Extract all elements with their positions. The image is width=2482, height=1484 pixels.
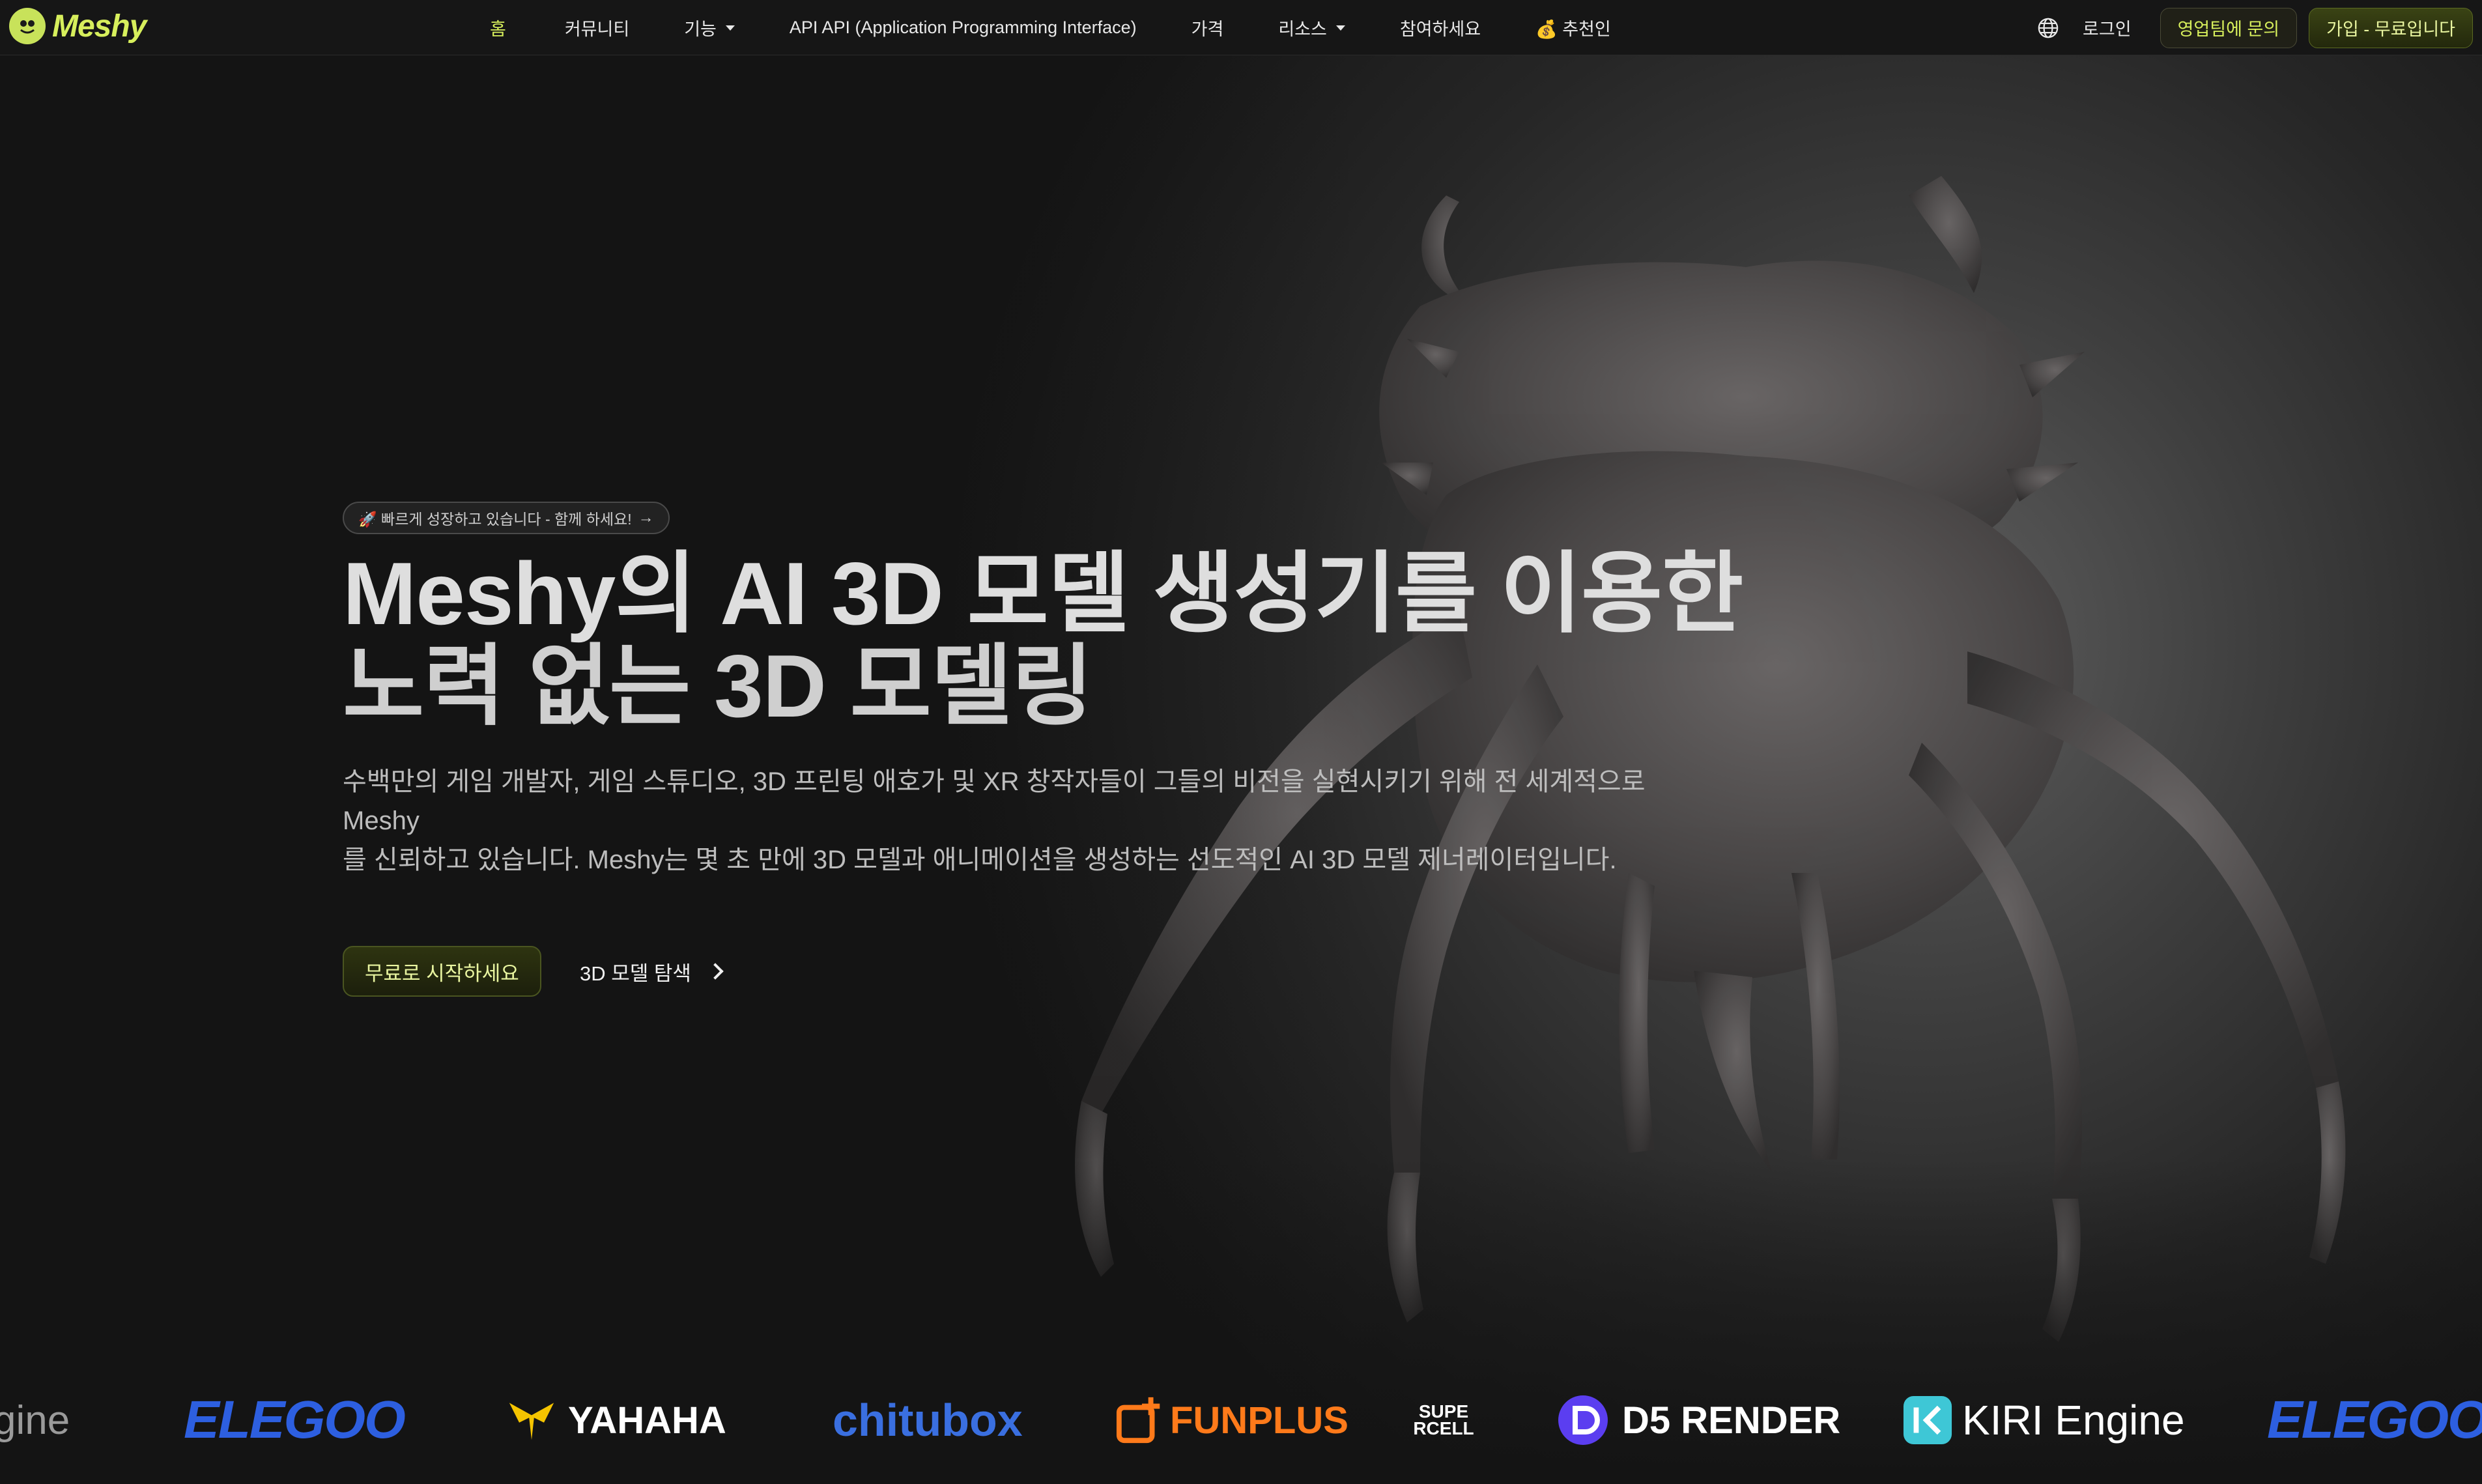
partner-name: YAHAHA [568, 1399, 726, 1442]
nav-item-home[interactable]: 홈 [490, 15, 506, 40]
partner-name: chitubox [833, 1395, 1023, 1446]
announcement-badge[interactable]: 🚀 빠르게 성장하고 있습니다 - 함께 하세요! → [343, 502, 670, 534]
chevron-down-icon [1335, 25, 1345, 31]
nav-item-resources[interactable]: 리소스 [1278, 15, 1345, 40]
partner-name: D5 RENDER [1622, 1399, 1841, 1442]
logo[interactable]: Meshy [9, 8, 147, 44]
contact-sales-button[interactable]: 영업팀에 문의 [2160, 7, 2298, 48]
hero-title-line1: Meshy의 AI 3D 모델 생성기를 이용한 [343, 544, 1743, 643]
signup-button[interactable]: 가입 - 무료입니다 [2309, 7, 2473, 48]
partner-logo: FUNPLUS [1115, 1381, 1348, 1459]
chevron-right-icon [707, 963, 724, 980]
hero-subtitle-line2: 를 신뢰하고 있습니다. Meshy는 몇 초 만에 3D 모델과 애니메이션을… [343, 846, 1617, 874]
nav-item-label: 기능 [684, 20, 717, 39]
hero-subtitle-line1: 수백만의 게임 개발자, 게임 스튜디오, 3D 프린팅 애호가 및 XR 창작… [343, 767, 1646, 835]
yahaha-icon [509, 1403, 554, 1440]
nav-item-features[interactable]: 기능 [684, 15, 735, 40]
logo-text: Meshy [52, 8, 147, 44]
arrow-right-icon: → [638, 509, 654, 526]
d5-render-icon [1558, 1395, 1608, 1445]
partner-logo: KIRI Engine [1902, 1381, 2185, 1459]
explore-models-label: 3D 모델 탐색 [580, 962, 691, 985]
nav-item-community[interactable]: 커뮤니티 [565, 15, 629, 40]
nav-item-label: 홈 [490, 20, 506, 39]
nav-actions: 로그인 영업팀에 문의 가입 - 무료입니다 [2037, 0, 2473, 55]
partner-logo: gine [0, 1381, 70, 1459]
kiri-engine-icon [1903, 1395, 1952, 1445]
badge-text: 🚀 빠르게 성장하고 있습니다 - 함께 하세요! [358, 511, 632, 528]
funplus-icon [1116, 1397, 1160, 1444]
explore-models-button[interactable]: 3D 모델 탐색 [580, 946, 724, 997]
partner-logo: chitubox [833, 1381, 1023, 1459]
partner-name: ELEGOO [2267, 1390, 2482, 1449]
partner-name: SUPERCELL [1413, 1401, 1474, 1438]
partner-name: ELEGOO [184, 1390, 406, 1449]
hero-title-line2: 노력 없는 3D 모델링 [343, 636, 1093, 735]
partner-logo: D5 RENDER [1557, 1381, 1840, 1459]
partner-name: KIRI Engine [1962, 1397, 2185, 1444]
partner-name: gine [0, 1397, 70, 1443]
top-navbar: Meshy 홈 커뮤니티 기능 API API (Application Pro… [0, 0, 2482, 55]
nav-item-api[interactable]: API API (Application Programming Interfa… [790, 18, 1137, 38]
chevron-down-icon [725, 25, 735, 31]
nav-item-label: API API (Application Programming Interfa… [789, 18, 1137, 37]
partner-logo: ELEGOO [184, 1381, 406, 1459]
nav-item-pricing[interactable]: 가격 [1191, 15, 1224, 40]
hero-title: Meshy의 AI 3D 모델 생성기를 이용한 노력 없는 3D 모델링 [343, 547, 1776, 732]
nav-item-join[interactable]: 참여하세요 [1400, 15, 1481, 40]
main-menu: 홈 커뮤니티 기능 API API (Application Programmi… [482, 0, 1611, 55]
start-free-button[interactable]: 무료로 시작하세요 [343, 946, 541, 997]
nav-item-label: 참여하세요 [1399, 20, 1481, 39]
partner-name: FUNPLUS [1170, 1399, 1348, 1442]
partner-logo: SUPERCELL [1412, 1381, 1475, 1459]
nav-item-label: 💰 추천인 [1535, 20, 1611, 39]
nav-item-label: 커뮤니티 [564, 20, 630, 39]
nav-item-label: 가격 [1191, 20, 1224, 39]
login-link[interactable]: 로그인 [2083, 15, 2132, 40]
globe-icon[interactable] [2037, 17, 2059, 39]
hero-subtitle: 수백만의 게임 개발자, 게임 스튜디오, 3D 프린팅 애호가 및 XR 창작… [343, 762, 1698, 879]
partner-logo: YAHAHA [507, 1381, 726, 1459]
nav-item-referral[interactable]: 💰 추천인 [1535, 15, 1611, 40]
partner-logos: gine ELEGOO YAHAHA chitubox FUNPLUS SUPE… [0, 1381, 2482, 1459]
partner-logo: ELEGOO [2267, 1381, 2482, 1459]
nav-item-label: 리소스 [1278, 20, 1327, 39]
meshy-logo-icon [9, 8, 46, 44]
